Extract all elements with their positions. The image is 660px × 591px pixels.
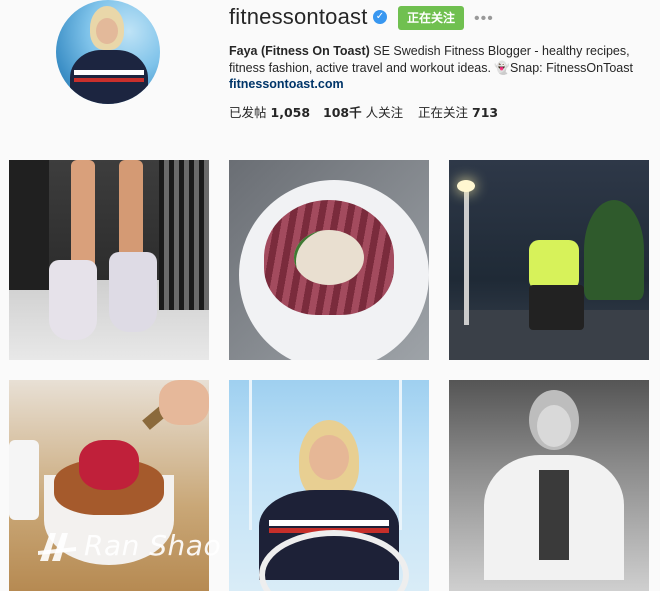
followers-stat[interactable]: 108千 人关注 bbox=[323, 102, 403, 121]
post-tile-portrait[interactable] bbox=[449, 380, 649, 591]
verified-badge-icon: ✓ bbox=[373, 10, 387, 24]
watermark: Ran Shao bbox=[36, 527, 256, 567]
profile-username: fitnessontoast bbox=[229, 4, 368, 29]
post-tile-sailing[interactable] bbox=[229, 380, 429, 591]
posts-stat: 已发帖 1,058 bbox=[229, 102, 310, 121]
posts-count: 1,058 bbox=[270, 105, 311, 120]
following-button[interactable]: 正在关注 bbox=[398, 6, 464, 30]
watermark-text: Ran Shao bbox=[84, 529, 222, 562]
post-tile-sneakers[interactable] bbox=[9, 160, 209, 360]
followers-label: 人关注 bbox=[365, 105, 404, 120]
profile-header: fitnessontoast ✓ 正在关注 ••• Faya (Fitness … bbox=[0, 0, 660, 150]
profile-avatar[interactable] bbox=[56, 0, 160, 104]
post-tile-scallop[interactable] bbox=[229, 160, 429, 360]
more-options-icon[interactable]: ••• bbox=[474, 10, 494, 28]
profile-bio: Faya (Fitness On Toast) SE Swedish Fitne… bbox=[229, 43, 649, 93]
watermark-logo-icon bbox=[38, 533, 76, 561]
bio-name: Faya (Fitness On Toast) bbox=[229, 44, 370, 58]
posts-label: 已发帖 bbox=[229, 105, 267, 120]
following-label: 正在关注 bbox=[418, 105, 469, 120]
bio-link[interactable]: fitnessontoast.com bbox=[229, 77, 344, 91]
following-count: 713 bbox=[472, 105, 499, 120]
following-stat[interactable]: 正在关注 713 bbox=[418, 102, 498, 121]
followers-count: 108千 bbox=[323, 105, 362, 120]
post-tile-squat[interactable] bbox=[449, 160, 649, 360]
